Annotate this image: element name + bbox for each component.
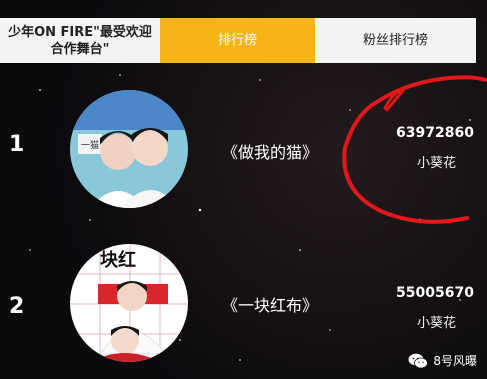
tab-ranking[interactable]: 排行榜 xyxy=(160,18,315,63)
stage-title-2[interactable]: 《一块红布》 xyxy=(222,292,318,316)
fandom-name-2: 小葵花 xyxy=(417,316,457,331)
rank-number-2: 2 xyxy=(9,294,25,319)
stage-avatar-1[interactable]: 一猫 分类 xyxy=(70,90,188,208)
avatar-text-2: 块红 xyxy=(100,249,136,271)
watermark: 8号风曝 xyxy=(408,352,477,369)
tab-fan-ranking[interactable]: 粉丝排行榜 xyxy=(315,18,476,63)
stage-avatar-2[interactable]: 块红 xyxy=(70,244,188,362)
rank-number-1: 1 xyxy=(9,132,25,157)
stage-title-1[interactable]: 《做我的猫》 xyxy=(222,139,318,163)
red-annotation-circle xyxy=(342,75,487,224)
avatar-image-1: 一猫 分类 xyxy=(70,90,188,208)
vote-count-2: 55005670 xyxy=(396,285,474,301)
wechat-icon xyxy=(408,353,429,368)
tab-bar: 少年ON FIRE"最受欢迎合作舞台" 排行榜 粉丝排行榜 xyxy=(0,18,476,63)
tab-popular-stage[interactable]: 少年ON FIRE"最受欢迎合作舞台" xyxy=(0,18,160,63)
avatar-image-2: 块红 xyxy=(70,244,188,362)
watermark-text: 8号风曝 xyxy=(433,354,477,368)
